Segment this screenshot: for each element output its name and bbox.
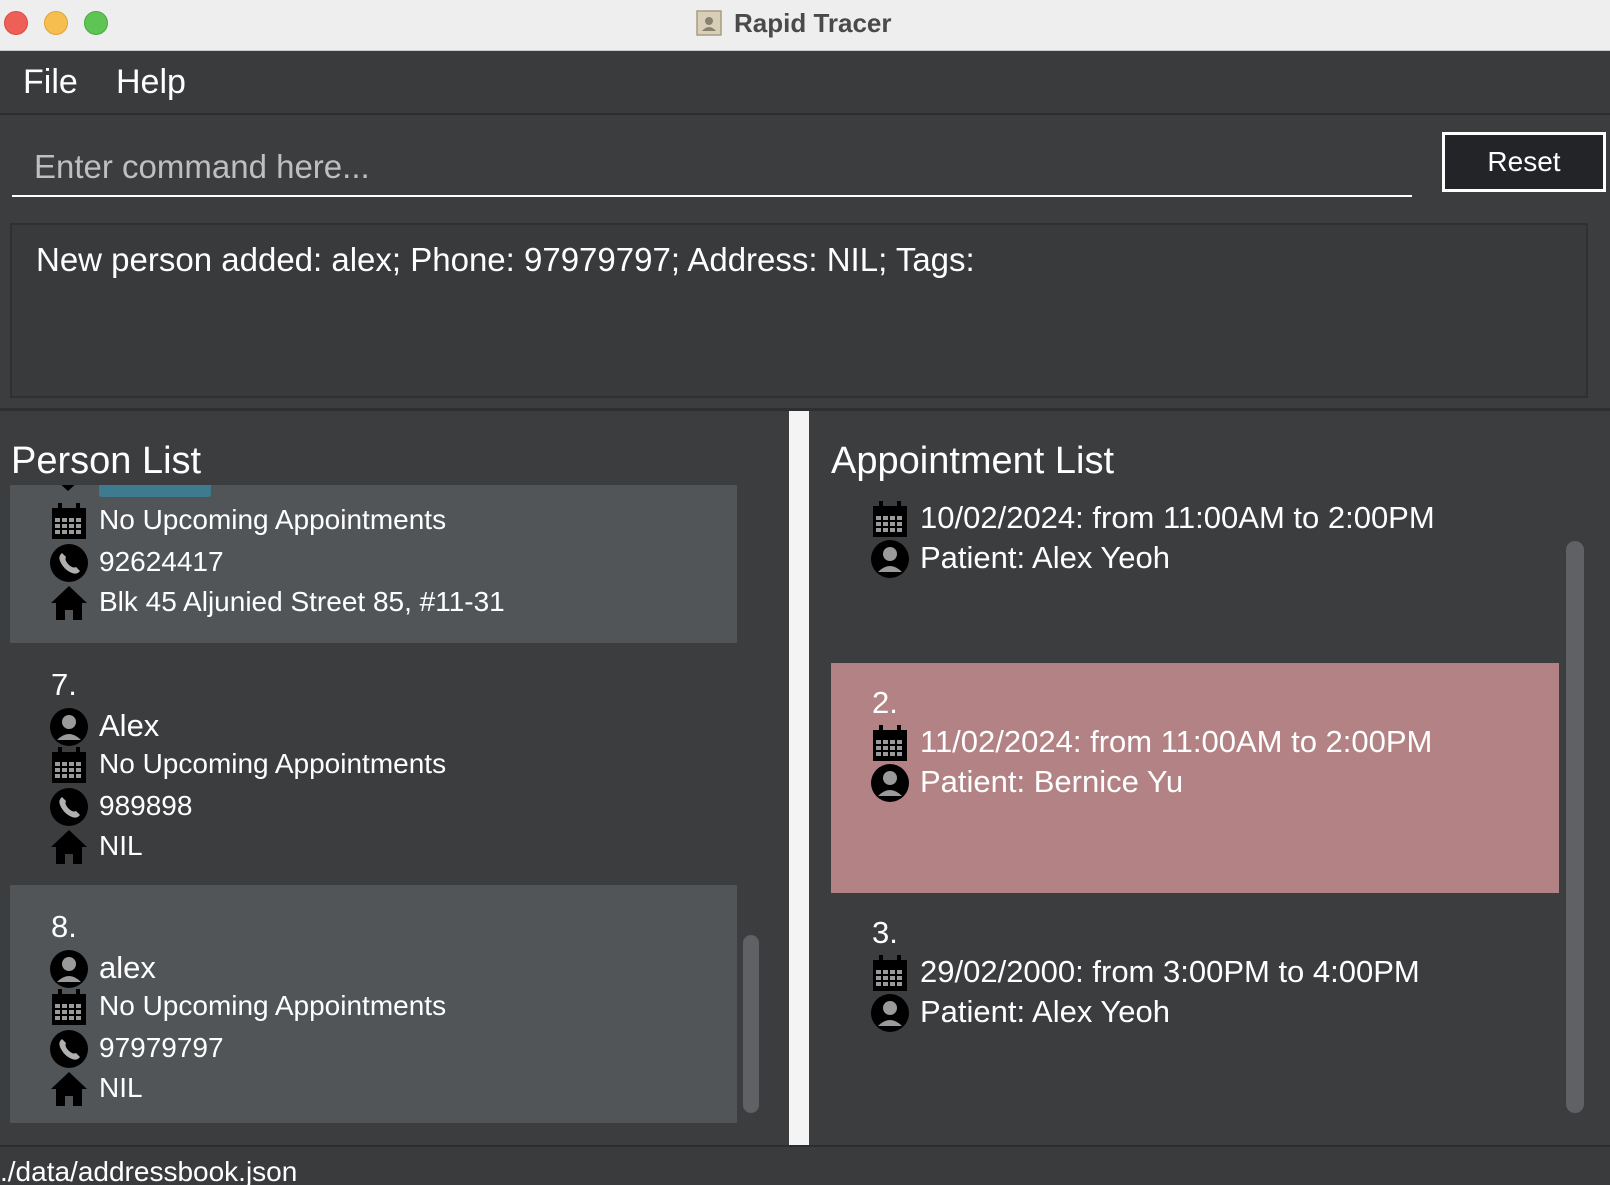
address-text: NIL: [99, 830, 143, 861]
minimize-window-button[interactable]: [44, 11, 68, 35]
tag-badge: [99, 485, 211, 497]
person-name: alex: [99, 950, 156, 985]
phone-text: 989898: [99, 790, 193, 821]
appointment-text: No Upcoming Appointments: [99, 504, 447, 535]
home-icon: [49, 583, 89, 623]
person-index: 7.: [51, 667, 77, 702]
result-display: New person added: alex; Phone: 97979797;…: [10, 223, 1588, 398]
person-icon: [49, 949, 89, 989]
person-icon: [870, 993, 910, 1033]
person-icon: [870, 539, 910, 579]
reset-button[interactable]: Reset: [1442, 132, 1606, 192]
appointment-time: 11/02/2024: from 11:00AM to 2:00PM: [920, 724, 1433, 759]
patient-name: Patient: Alex Yeoh: [920, 994, 1170, 1029]
split-pane-divider[interactable]: [789, 411, 809, 1145]
person-card[interactable]: 7. Alex No Upcoming Appointments 989898 …: [10, 643, 737, 885]
person-name: Alex: [99, 708, 160, 743]
calendar-icon: [870, 723, 910, 763]
address-text: NIL: [99, 1072, 143, 1103]
menu-file[interactable]: File: [23, 63, 78, 102]
person-icon: [49, 707, 89, 747]
appointment-index: 2.: [872, 685, 898, 720]
appointment-card[interactable]: 3. 29/02/2000: from 3:00PM to 4:00PM Pat…: [831, 893, 1559, 1123]
calendar-icon: [870, 953, 910, 993]
appointment-text: No Upcoming Appointments: [99, 748, 447, 779]
calendar-icon: [49, 745, 89, 785]
result-message: New person added: alex; Phone: 97979797;…: [36, 241, 975, 278]
person-icon: [61, 485, 75, 491]
calendar-icon: [870, 499, 910, 539]
appointment-list-title: Appointment List: [831, 440, 1115, 482]
save-location: ./data/addressbook.json: [0, 1156, 298, 1185]
app-icon: [696, 10, 722, 36]
command-input[interactable]: [12, 139, 1412, 197]
patient-name: Patient: Bernice Yu: [920, 764, 1184, 799]
menu-bar: File Help: [0, 51, 1610, 115]
home-icon: [49, 827, 89, 867]
close-window-button[interactable]: [4, 11, 28, 35]
menu-help[interactable]: Help: [116, 63, 186, 102]
calendar-icon: [49, 501, 89, 541]
window-titlebar: Rapid Tracer: [0, 0, 1610, 51]
person-list-title: Person List: [11, 440, 202, 482]
status-bar: ./data/addressbook.json: [0, 1145, 1610, 1185]
appointment-text: No Upcoming Appointments: [99, 990, 447, 1021]
person-card[interactable]: 8. alex No Upcoming Appointments 9797979…: [10, 885, 737, 1123]
appointment-index: 3.: [872, 915, 898, 950]
phone-text: 92624417: [99, 546, 224, 577]
appointment-time: 29/02/2000: from 3:00PM to 4:00PM: [920, 954, 1420, 989]
home-icon: [49, 1069, 89, 1109]
person-list-scrollbar[interactable]: [743, 935, 759, 1113]
window-title: Rapid Tracer: [734, 8, 892, 38]
person-card-partial[interactable]: No Upcoming Appointments 92624417 Blk 45…: [10, 485, 737, 643]
appointment-list[interactable]: 10/02/2024: from 11:00AM to 2:00PM Patie…: [831, 485, 1559, 1123]
appointment-card[interactable]: 10/02/2024: from 11:00AM to 2:00PM Patie…: [831, 485, 1559, 667]
appointment-list-scrollbar[interactable]: [1566, 541, 1584, 1113]
phone-icon: [49, 543, 89, 583]
person-index: 8.: [51, 909, 77, 944]
patient-name: Patient: Alex Yeoh: [920, 540, 1170, 575]
address-text: Blk 45 Aljunied Street 85, #11-31: [99, 586, 505, 617]
phone-icon: [49, 1029, 89, 1069]
person-icon: [870, 763, 910, 803]
appointment-card-selected[interactable]: 2. 11/02/2024: from 11:00AM to 2:00PM Pa…: [831, 663, 1559, 893]
calendar-icon: [49, 987, 89, 1027]
command-area: Reset: [0, 117, 1610, 213]
person-list[interactable]: No Upcoming Appointments 92624417 Blk 45…: [10, 485, 737, 1123]
phone-text: 97979797: [99, 1032, 224, 1063]
phone-icon: [49, 787, 89, 827]
maximize-window-button[interactable]: [84, 11, 108, 35]
appointment-time: 10/02/2024: from 11:00AM to 2:00PM: [920, 500, 1435, 535]
